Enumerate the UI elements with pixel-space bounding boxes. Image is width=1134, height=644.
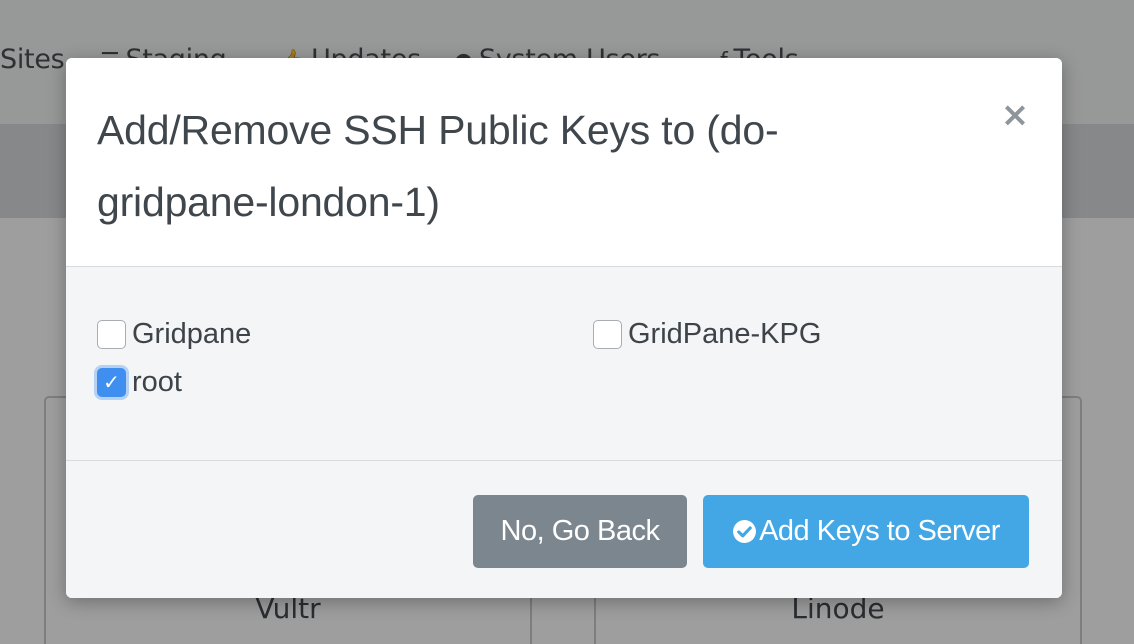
modal-title: Add/Remove SSH Public Keys to (do-gridpa… — [97, 107, 779, 225]
button-label: Add Keys to Server — [759, 515, 1000, 547]
key-option-gridpane-kpg[interactable]: GridPane-KPG — [593, 314, 821, 354]
modal-footer: No, Go Back Add Keys to Server — [66, 461, 1062, 598]
go-back-button[interactable]: No, Go Back — [473, 495, 687, 568]
key-option-root[interactable]: ✓ root — [97, 362, 182, 402]
modal-header: Add/Remove SSH Public Keys to (do-gridpa… — [66, 58, 1062, 267]
key-label: Gridpane — [132, 317, 252, 350]
check-circle-icon — [733, 520, 757, 543]
ssh-keys-modal: Add/Remove SSH Public Keys to (do-gridpa… — [66, 58, 1062, 598]
checkbox[interactable] — [593, 319, 622, 349]
key-label: root — [132, 365, 182, 398]
add-keys-button[interactable]: Add Keys to Server — [703, 495, 1029, 568]
checkbox-checked[interactable]: ✓ — [97, 367, 126, 397]
close-button[interactable]: × — [994, 94, 1036, 136]
key-option-gridpane[interactable]: Gridpane — [97, 314, 251, 354]
button-label: No, Go Back — [500, 515, 660, 547]
modal-body: Gridpane GridPane-KPG ✓ root — [66, 267, 1062, 461]
checkmark-icon: ✓ — [103, 370, 120, 394]
checkbox[interactable] — [97, 319, 126, 349]
key-label: GridPane-KPG — [628, 317, 822, 350]
